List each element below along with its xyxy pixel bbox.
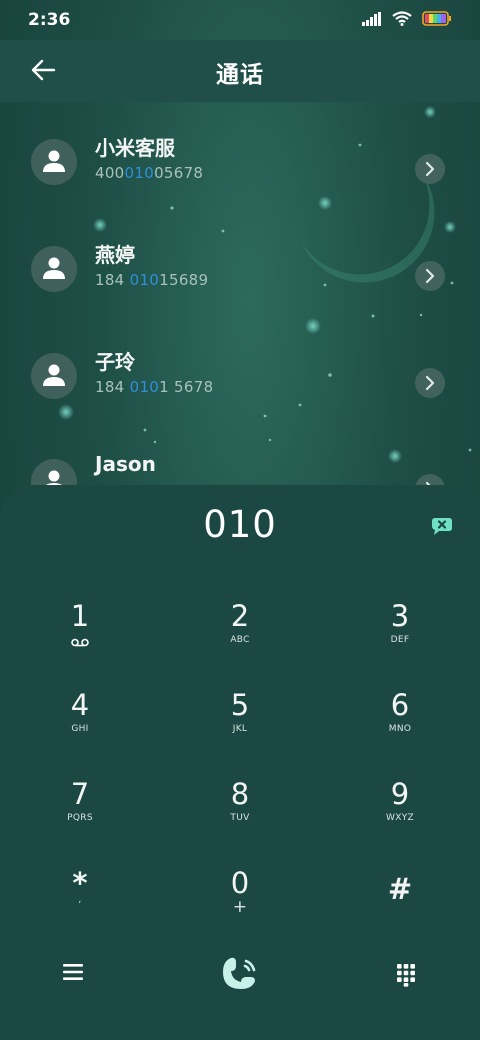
voicemail-icon bbox=[71, 638, 89, 647]
key-2[interactable]: 2 ABC bbox=[180, 600, 300, 680]
avatar bbox=[31, 139, 77, 185]
key-digit: 2 bbox=[230, 599, 250, 633]
backspace-button[interactable] bbox=[431, 516, 453, 536]
key-letters: TUV bbox=[230, 813, 250, 823]
key-digit: 4 bbox=[70, 688, 90, 722]
page-title: 通话 bbox=[216, 62, 264, 88]
key-star[interactable]: * , bbox=[20, 867, 140, 947]
status-bar: 2:36 bbox=[0, 0, 480, 40]
key-digit: 8 bbox=[230, 777, 250, 811]
wifi-icon bbox=[392, 11, 412, 26]
menu-icon bbox=[63, 964, 83, 980]
key-digit: 6 bbox=[390, 688, 410, 722]
key-digit: 1 bbox=[70, 599, 90, 633]
key-digit: 5 bbox=[230, 688, 250, 722]
signal-icon bbox=[362, 11, 381, 26]
contact-name: 小米客服 bbox=[95, 136, 175, 160]
key-letters: ABC bbox=[230, 635, 250, 645]
keypad-icon bbox=[397, 964, 415, 987]
contact-number: 40001005678 bbox=[95, 164, 204, 182]
menu-button[interactable] bbox=[62, 963, 84, 985]
key-digit: 3 bbox=[390, 599, 410, 633]
key-letters: GHI bbox=[71, 724, 89, 734]
key-letters: MNO bbox=[388, 724, 412, 734]
key-7[interactable]: 7 PQRS bbox=[20, 778, 140, 858]
contact-name: 子玲 bbox=[95, 350, 135, 374]
key-letters: + bbox=[232, 897, 248, 917]
person-icon bbox=[43, 364, 65, 386]
key-hash[interactable]: # bbox=[340, 867, 460, 947]
key-letters: JKL bbox=[232, 724, 248, 734]
contact-detail-button[interactable] bbox=[415, 261, 445, 291]
key-digit: 0 bbox=[230, 866, 250, 900]
avatar bbox=[31, 246, 77, 292]
key-6[interactable]: 6 MNO bbox=[340, 689, 460, 769]
keypad-toggle-button[interactable] bbox=[396, 963, 416, 991]
key-letters: WXYZ bbox=[386, 813, 414, 823]
contact-number: 184 0101 5678 bbox=[95, 378, 214, 396]
backspace-icon bbox=[432, 518, 452, 535]
app-header: 通话 bbox=[0, 40, 480, 102]
contact-detail-button[interactable] bbox=[415, 368, 445, 398]
status-time: 2:36 bbox=[28, 10, 71, 30]
status-icons bbox=[362, 11, 452, 26]
key-4[interactable]: 4 GHI bbox=[20, 689, 140, 769]
key-letters: DEF bbox=[390, 635, 410, 645]
dialed-number: 010 bbox=[203, 503, 277, 546]
contact-list[interactable]: 小米客服 40001005678 燕婷 184 01015689 子玲 184 … bbox=[0, 104, 480, 504]
call-icon bbox=[223, 957, 256, 989]
contact-item[interactable]: 小米客服 40001005678 bbox=[0, 131, 480, 221]
battery-icon bbox=[422, 11, 451, 26]
contact-item[interactable]: 子玲 184 0101 5678 bbox=[0, 345, 480, 435]
key-3[interactable]: 3 DEF bbox=[340, 600, 460, 680]
key-digit: 7 bbox=[70, 777, 90, 811]
call-button[interactable] bbox=[219, 955, 259, 995]
key-letters: , bbox=[78, 895, 82, 905]
contact-detail-button[interactable] bbox=[415, 154, 445, 184]
avatar bbox=[31, 353, 77, 399]
chevron-right-icon bbox=[425, 268, 435, 284]
person-icon bbox=[43, 150, 65, 172]
contact-name: Jason bbox=[95, 452, 156, 476]
key-1[interactable]: 1 bbox=[20, 600, 140, 680]
contact-name: 燕婷 bbox=[95, 243, 135, 267]
contact-number: 184 01015689 bbox=[95, 271, 209, 289]
dialpad-panel: 010 1 2 ABC 3 DEF 4 GHI 5 JKL 6 MNO 7 PQ… bbox=[0, 485, 480, 1040]
key-5[interactable]: 5 JKL bbox=[180, 689, 300, 769]
key-8[interactable]: 8 TUV bbox=[180, 778, 300, 858]
chevron-right-icon bbox=[425, 375, 435, 391]
key-digit: # bbox=[387, 872, 413, 906]
key-letters: PQRS bbox=[67, 813, 93, 823]
key-9[interactable]: 9 WXYZ bbox=[340, 778, 460, 858]
chevron-right-icon bbox=[425, 161, 435, 177]
person-icon bbox=[43, 257, 65, 279]
key-digit: 9 bbox=[390, 777, 410, 811]
key-0[interactable]: 0 + bbox=[180, 867, 300, 947]
contact-item[interactable]: 燕婷 184 01015689 bbox=[0, 238, 480, 328]
